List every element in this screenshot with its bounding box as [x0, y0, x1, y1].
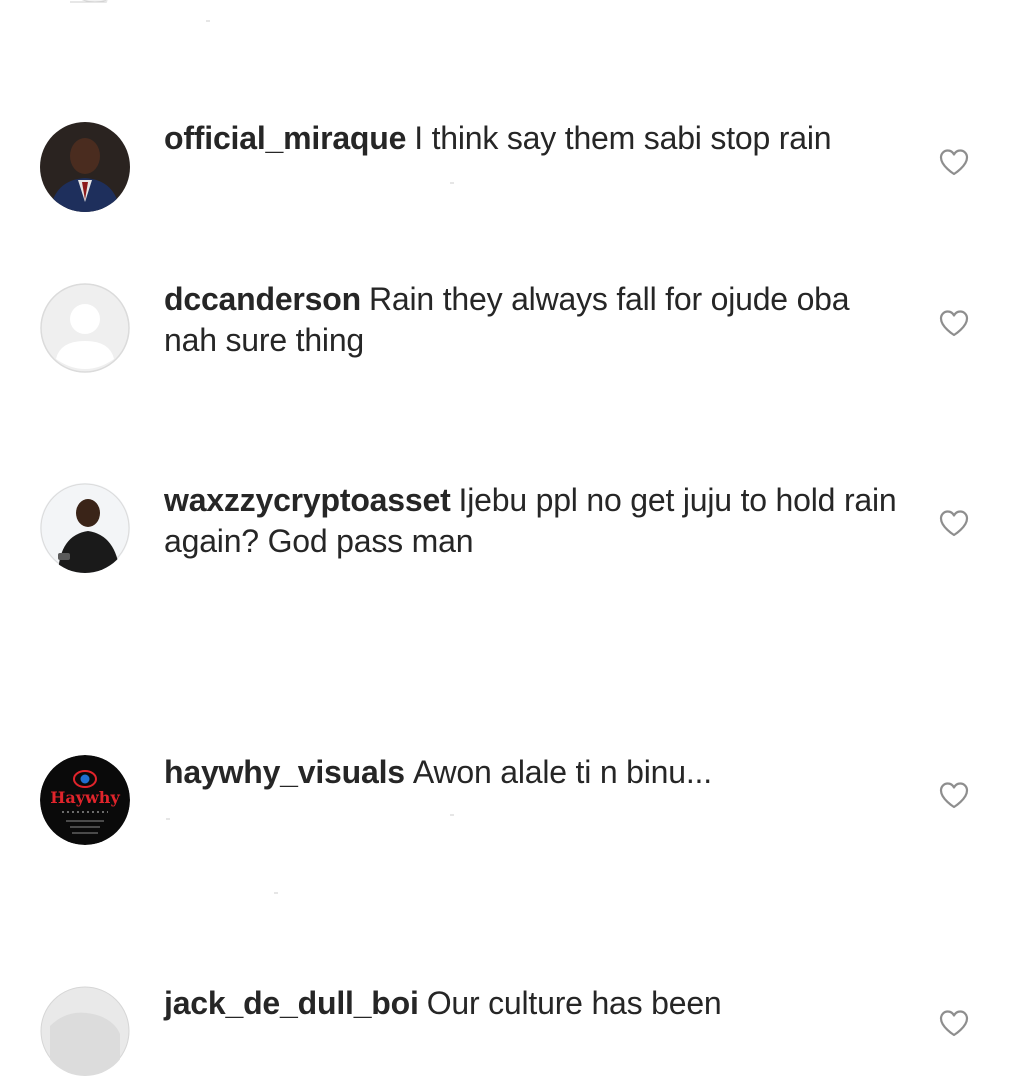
- comment-username[interactable]: haywhy_visuals: [164, 754, 405, 790]
- comment-username[interactable]: waxzzycryptoasset: [164, 482, 451, 518]
- like-button[interactable]: [938, 1008, 970, 1038]
- comment-username[interactable]: jack_de_dull_boi: [164, 985, 419, 1021]
- user-photo-avatar-icon: [40, 986, 130, 1076]
- comment-body: Awon alale ti n binu...: [412, 754, 712, 790]
- comment-text: official_miraque I think say them sabi st…: [164, 118, 904, 159]
- divider-dot: [450, 182, 454, 184]
- like-button[interactable]: [938, 308, 970, 338]
- avatar[interactable]: [40, 283, 130, 373]
- divider-dot: [450, 814, 454, 816]
- comment-username[interactable]: dccanderson: [164, 281, 361, 317]
- divider-dot: [166, 818, 170, 820]
- comment-text: haywhy_visuals Awon alale ti n binu...: [164, 752, 904, 793]
- comment-body: Our culture has been: [426, 985, 722, 1021]
- heart-outline-icon: [939, 310, 969, 337]
- comment-text: jack_de_dull_boi Our culture has been: [164, 983, 904, 1024]
- like-button[interactable]: [938, 147, 970, 177]
- divider-dot: [274, 892, 278, 894]
- avatar-partial-top-image: [70, 0, 120, 3]
- avatar[interactable]: [40, 986, 130, 1076]
- comment-text: waxzzycryptoasset Ijebu ppl no get juju t…: [164, 480, 904, 562]
- avatar[interactable]: [40, 122, 130, 212]
- haywhy-logo-text: Haywhy: [50, 788, 120, 807]
- like-button[interactable]: [938, 780, 970, 810]
- user-photo-avatar-icon: [40, 483, 130, 573]
- default-profile-avatar-icon: [40, 283, 130, 373]
- brand-logo-avatar-icon: Haywhy: [40, 755, 130, 845]
- comment-body: I think say them sabi stop rain: [414, 120, 832, 156]
- like-button[interactable]: [938, 508, 970, 538]
- heart-outline-icon: [939, 149, 969, 176]
- heart-outline-icon: [939, 510, 969, 537]
- heart-outline-icon: [939, 1010, 969, 1037]
- heart-outline-icon: [939, 782, 969, 809]
- avatar[interactable]: [40, 483, 130, 573]
- avatar-partial-top[interactable]: [50, 0, 120, 12]
- user-photo-avatar-icon: [40, 122, 130, 212]
- avatar[interactable]: Haywhy: [40, 755, 130, 845]
- comment-text: dccanderson Rain they always fall for oju…: [164, 279, 864, 361]
- divider-dot: [206, 20, 210, 22]
- comment-username[interactable]: official_miraque: [164, 120, 406, 156]
